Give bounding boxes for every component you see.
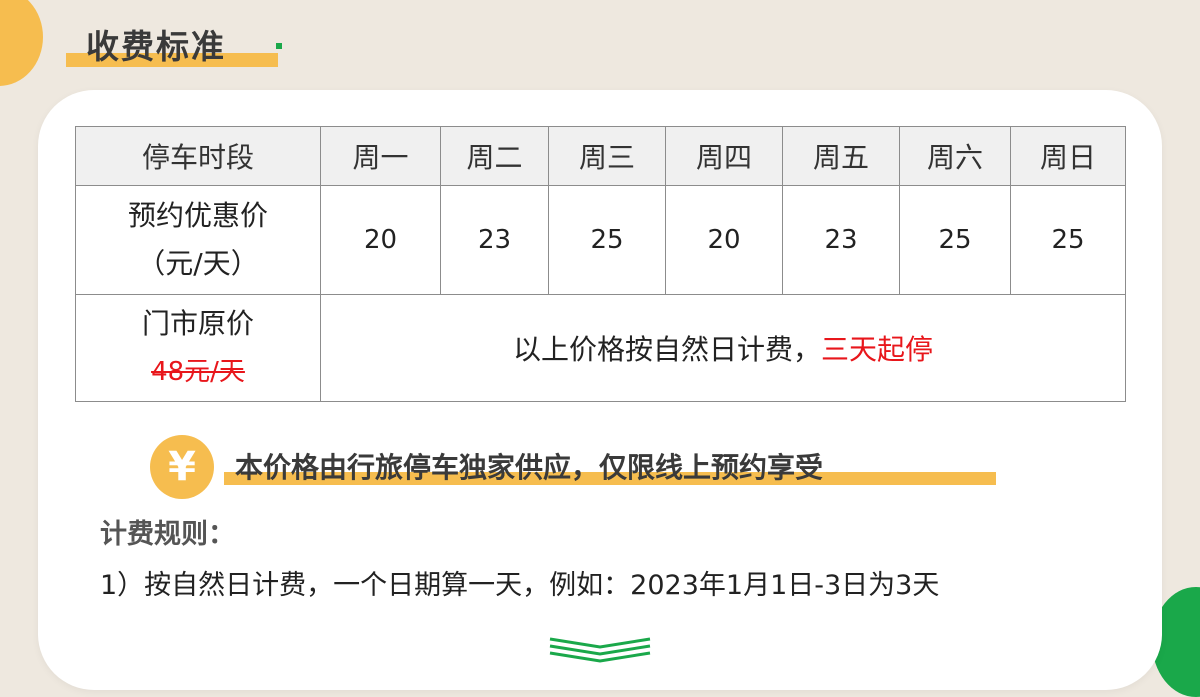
door-price-original-struck: 48元/天 xyxy=(151,357,245,387)
price-table: 停车时段 周一 周二 周三 周四 周五 周六 周日 预约优惠价 （元/天） 20… xyxy=(75,126,1126,402)
decorative-yellow-circle xyxy=(0,0,43,86)
header-cell-fri: 周五 xyxy=(782,126,900,186)
table-row-door-price: 门市原价 48元/天 以上价格按自然日计费，三天起停 xyxy=(75,294,1126,402)
billing-rules-heading: 计费规则： xyxy=(100,519,235,550)
reserve-price-label: 预约优惠价 （元/天） xyxy=(75,185,321,295)
table-header-row: 停车时段 周一 周二 周三 周四 周五 周六 周日 xyxy=(75,126,1126,186)
price-cell-sun: 25 xyxy=(1010,185,1126,295)
price-cell-sat: 25 xyxy=(899,185,1011,295)
door-price-label: 门市原价 48元/天 xyxy=(75,294,321,402)
price-cell-fri: 23 xyxy=(782,185,900,295)
exclusive-offer-subtitle: 本价格由行旅停车独家供应，仅限线上预约享受 xyxy=(235,451,824,484)
header-cell-wed: 周三 xyxy=(548,126,666,186)
reserve-price-label-line1: 预约优惠价 xyxy=(127,199,268,232)
price-cell-tue: 23 xyxy=(440,185,549,295)
billing-note-text: 以上价格按自然日计费， xyxy=(512,333,821,366)
billing-note-highlight: 三天起停 xyxy=(821,333,934,366)
reserve-price-label-line2: （元/天） xyxy=(137,247,259,280)
header-cell-thu: 周四 xyxy=(665,126,783,186)
page-title-block: 收费标准 xyxy=(66,20,278,68)
header-cell-mon: 周一 xyxy=(320,126,441,186)
table-row-reserve-price: 预约优惠价 （元/天） 20 23 25 20 23 25 25 xyxy=(75,185,1126,295)
door-price-label-line1: 门市原价 xyxy=(141,307,254,340)
yen-icon: ¥ xyxy=(150,435,214,499)
page-title: 收费标准 xyxy=(86,27,226,66)
header-cell-period: 停车时段 xyxy=(75,126,321,186)
header-cell-sat: 周六 xyxy=(899,126,1011,186)
billing-note-cell: 以上价格按自然日计费，三天起停 xyxy=(320,294,1126,402)
price-cell-mon: 20 xyxy=(320,185,441,295)
title-dot-decoration xyxy=(276,43,282,49)
header-cell-tue: 周二 xyxy=(440,126,549,186)
price-cell-thu: 20 xyxy=(665,185,783,295)
chevron-down-icon xyxy=(549,637,651,663)
price-cell-wed: 25 xyxy=(548,185,666,295)
billing-rule-line: 1）按自然日计费，一个日期算一天，例如：2023年1月1日-3日为3天 xyxy=(100,570,940,601)
header-cell-sun: 周日 xyxy=(1010,126,1126,186)
